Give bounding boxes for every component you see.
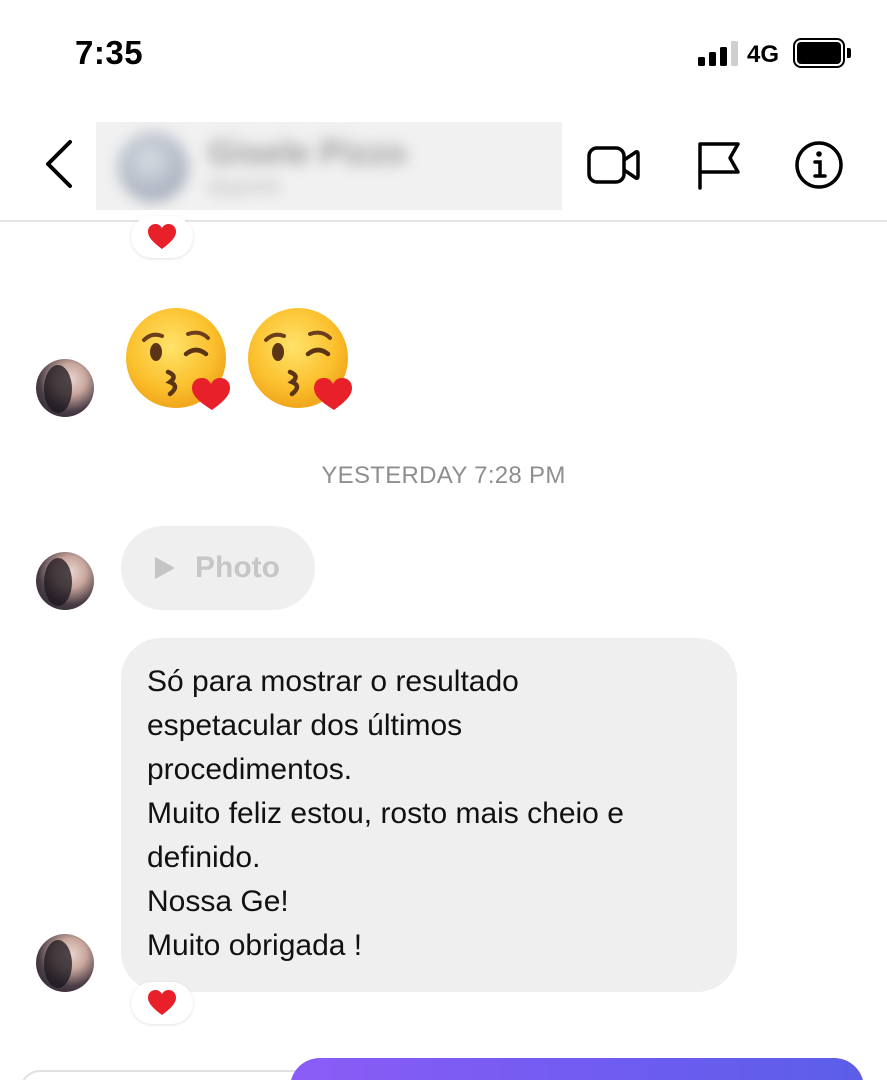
network-type: 4G — [747, 41, 780, 68]
face-blowing-kiss-emoji — [126, 308, 230, 410]
emoji-message[interactable] — [122, 306, 362, 416]
composer-edge — [20, 1070, 320, 1080]
battery-icon — [793, 38, 851, 68]
flag-icon — [698, 142, 740, 190]
message-text: Só para mostrar o resultado espetacular … — [147, 665, 624, 962]
report-button[interactable] — [690, 136, 748, 194]
contact-avatar — [118, 132, 188, 202]
message-timestamp: YESTERDAY 7:28 PM — [321, 462, 566, 489]
message-reaction[interactable] — [131, 216, 193, 258]
contact-handle: @gisele — [208, 176, 281, 198]
photo-label: Photo — [195, 551, 280, 584]
photo-message[interactable]: Photo — [121, 526, 315, 610]
redacted-contact: Gisele Pizzo @gisele — [96, 122, 562, 210]
message-list[interactable]: YESTERDAY 7:28 PM Photo Só para mostrar … — [0, 216, 887, 1080]
contact-info[interactable]: Gisele Pizzo @gisele — [96, 122, 562, 210]
sender-avatar[interactable] — [36, 359, 94, 417]
details-button[interactable] — [790, 136, 848, 194]
sender-avatar[interactable] — [36, 552, 94, 610]
sent-message[interactable] — [290, 1058, 864, 1080]
status-time: 7:35 — [75, 34, 144, 71]
contact-name: Gisele Pizzo — [208, 134, 407, 172]
heart-reaction-icon — [148, 224, 176, 249]
video-call-button[interactable] — [584, 136, 642, 194]
thread-header: Gisele Pizzo @gisele — [0, 110, 887, 222]
chevron-left-icon — [46, 140, 72, 188]
message-reaction[interactable] — [131, 982, 193, 1024]
back-button[interactable] — [36, 136, 84, 192]
dm-thread-screen: 7:35 4G Gisele Pizzo @gisele YESTERDAY 7… — [0, 0, 887, 1080]
play-icon — [155, 557, 175, 579]
info-circle-icon — [795, 141, 843, 189]
video-camera-icon — [587, 146, 640, 184]
face-blowing-kiss-emoji — [248, 308, 352, 410]
heart-reaction-icon — [148, 990, 176, 1015]
text-message[interactable]: Só para mostrar o resultado espetacular … — [121, 638, 737, 992]
cellular-signal-icon — [698, 40, 740, 66]
sender-avatar[interactable] — [36, 934, 94, 992]
